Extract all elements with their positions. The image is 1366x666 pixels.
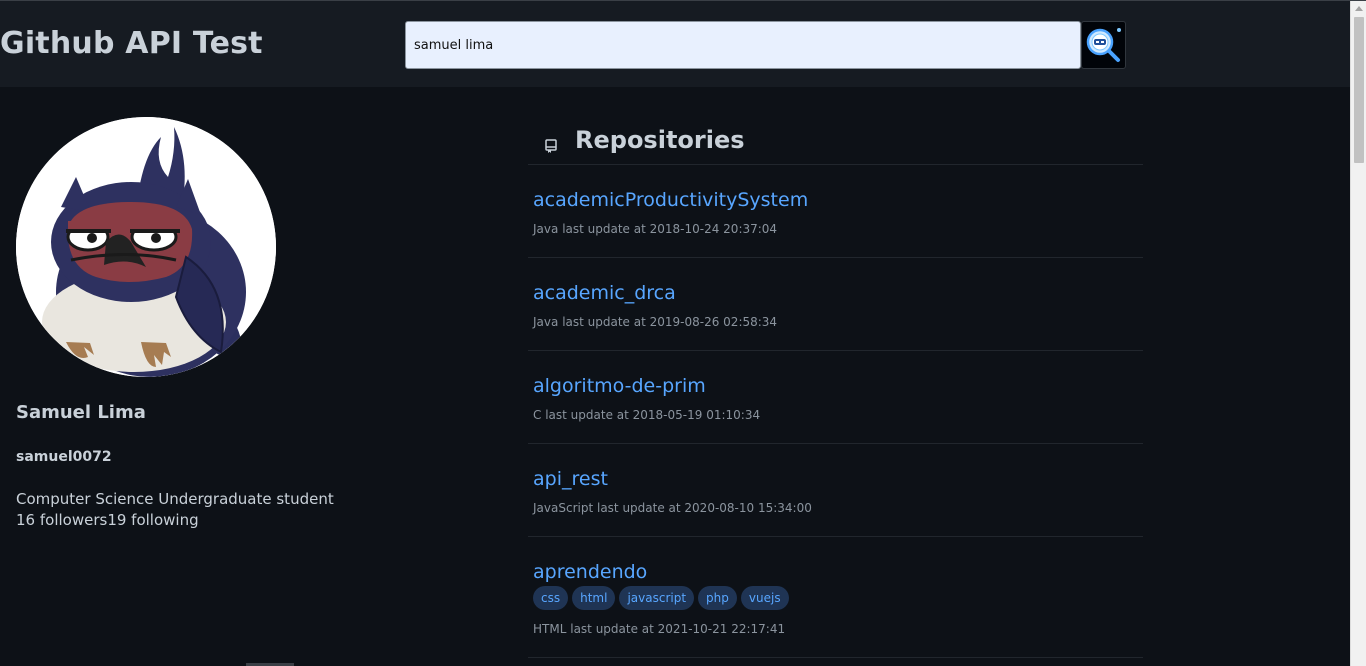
repo-list-item: api_rest JavaScript last update at 2020-… — [528, 444, 1143, 537]
profile-stats: 16 followers19 following — [16, 511, 199, 529]
repo-updated: last update at 2021-10-21 22:17:41 — [570, 622, 786, 636]
repo-updated: last update at 2018-10-24 20:37:04 — [562, 222, 778, 236]
following-count: 19 following — [107, 511, 199, 529]
repo-list-item: aprendendo css html javascript php vuejs… — [528, 537, 1143, 658]
page-scrollbar[interactable] — [1350, 1, 1366, 666]
topic-tag[interactable]: javascript — [619, 586, 695, 610]
topic-tag[interactable]: css — [533, 586, 569, 610]
repo-list-item: academicProductivitySystem Java last upd… — [528, 165, 1143, 258]
repo-name-link[interactable]: api_rest — [533, 468, 608, 490]
repo-topics: css html javascript php vuejs — [533, 586, 789, 610]
avatar — [16, 117, 276, 377]
followers-count: 16 followers — [16, 511, 108, 529]
repo-language: HTML — [533, 622, 567, 636]
repo-language: Java — [533, 222, 559, 236]
repo-meta: Java last update at 2019-08-26 02:58:34 — [533, 315, 777, 329]
topic-tag[interactable]: php — [698, 586, 737, 610]
repo-language: JavaScript — [533, 501, 594, 515]
profile-login: samuel0072 — [16, 449, 112, 465]
search-input[interactable] — [405, 21, 1081, 69]
repo-meta: C last update at 2018-05-19 01:10:34 — [533, 408, 760, 422]
repo-name-link[interactable]: aprendendo — [533, 561, 647, 583]
search-button[interactable] — [1081, 21, 1126, 69]
repo-updated: last update at 2020-08-10 15:34:00 — [596, 501, 812, 515]
repo-list-item: algoritmo-de-prim C last update at 2018-… — [528, 351, 1143, 444]
repo-language: C — [533, 408, 542, 422]
repositories-title: Repositories — [575, 126, 745, 154]
topic-tag[interactable]: vuejs — [740, 586, 789, 610]
repo-name-link[interactable]: academic_drca — [533, 282, 676, 304]
repo-icon — [545, 138, 557, 157]
repo-updated: last update at 2018-05-19 01:10:34 — [545, 408, 761, 422]
repositories-header: Repositories — [528, 117, 1143, 165]
search-magnifier-icon — [1085, 25, 1123, 66]
repo-name-link[interactable]: algoritmo-de-prim — [533, 375, 706, 397]
repo-meta: Java last update at 2018-10-24 20:37:04 — [533, 222, 777, 236]
owl-avatar-illustration — [16, 117, 276, 377]
repo-list-item: academic_drca Java last update at 2019-0… — [528, 258, 1143, 351]
repo-meta: JavaScript last update at 2020-08-10 15:… — [533, 501, 812, 515]
repo-updated: last update at 2019-08-26 02:58:34 — [562, 315, 778, 329]
profile-bio: Computer Science Undergraduate student — [16, 490, 334, 508]
app-title: Github API Test — [0, 26, 263, 61]
repo-name-link[interactable]: academicProductivitySystem — [533, 189, 808, 211]
app-header: Github API Test — [0, 1, 1350, 87]
repo-language: Java — [533, 315, 559, 329]
scroll-up-arrow-icon[interactable] — [1355, 6, 1363, 11]
topic-tag[interactable]: html — [572, 586, 616, 610]
profile-name: Samuel Lima — [16, 402, 146, 423]
repo-meta: HTML last update at 2021-10-21 22:17:41 — [533, 622, 785, 636]
scrollbar-thumb[interactable] — [1354, 17, 1364, 163]
